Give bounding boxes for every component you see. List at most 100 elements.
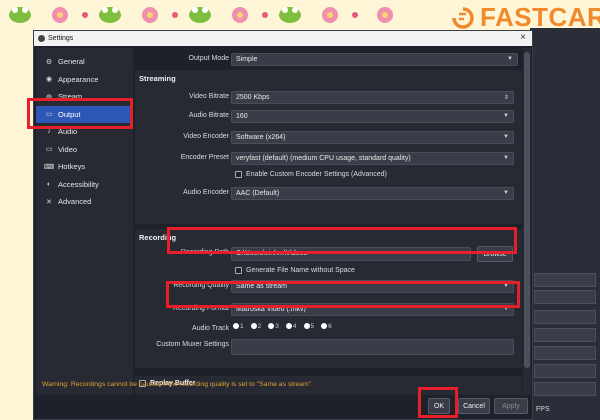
palette-icon: ◉	[45, 76, 53, 84]
custom-encoder-checkbox[interactable]: Enable Custom Encoder Settings (Advanced…	[235, 171, 387, 178]
recording-section: Recording Recording Path C:\Users\vinhm\…	[135, 229, 522, 368]
chevron-down-icon: ▼	[503, 306, 509, 312]
audio-track-radio[interactable]: 2	[250, 323, 261, 330]
audio-bitrate-select[interactable]: 160 ▼	[231, 110, 514, 123]
sidebar-item-label: Accessibility	[58, 179, 99, 189]
sidebar-item-video[interactable]: ▭ Video	[36, 141, 133, 159]
browse-button[interactable]: Browse	[477, 246, 513, 262]
video-encoder-label: Video Encoder	[183, 133, 229, 140]
chevron-down-icon: ▼	[507, 56, 513, 62]
audio-bitrate-label: Audio Bitrate	[188, 112, 229, 119]
audio-encoder-row: Audio Encoder AAC (Default) ▼	[135, 187, 522, 200]
audio-track-number: 5	[310, 323, 315, 330]
sidebar-item-general[interactable]: ⚙ General	[36, 53, 133, 71]
ok-button[interactable]: OK	[428, 398, 450, 414]
background-panel	[534, 328, 596, 342]
background-panel	[534, 290, 596, 304]
streaming-heading: Streaming	[139, 74, 176, 83]
video-encoder-select[interactable]: Software (x264) ▼	[231, 131, 514, 144]
dialog-footer: Warning: Recordings cannot be paused if …	[34, 381, 532, 419]
checkbox-box[interactable]	[235, 171, 242, 178]
audio-track-number: 4	[292, 323, 297, 330]
gear-icon: ⚙	[45, 58, 53, 66]
custom-muxer-label: Custom Muxer Settings	[156, 341, 229, 348]
audio-track-number: 3	[275, 323, 279, 330]
background-panel	[534, 273, 596, 287]
video-bitrate-label: Video Bitrate	[189, 93, 229, 100]
flower-icon	[232, 7, 248, 23]
sidebar-item-appearance[interactable]: ◉ Appearance	[36, 71, 133, 89]
sidebar-item-output[interactable]: ▭ Output	[36, 105, 133, 123]
sidebar-item-label: Audio	[58, 127, 78, 137]
frog-icon	[9, 7, 31, 23]
flower-icon	[322, 7, 338, 23]
background-panel	[534, 364, 596, 378]
fps-label: FPS	[536, 406, 550, 413]
sidebar-item-accessibility[interactable]: ◐ Accessibility	[36, 176, 133, 194]
speaker-icon: ♪	[47, 128, 51, 136]
audio-track-number: 6	[328, 323, 332, 330]
video-bitrate-input[interactable]: 2500 Kbps ⇕	[231, 91, 514, 104]
encoder-preset-select[interactable]: veryfast (default) (medium CPU usage, st…	[231, 152, 514, 165]
radio-icon[interactable]	[303, 323, 310, 330]
accessibility-icon: ◐	[46, 180, 52, 188]
sidebar-item-label: Hotkeys	[58, 162, 86, 172]
output-mode-select[interactable]: Simple ▼	[231, 53, 518, 66]
dot-icon	[82, 12, 88, 18]
scrollbar-thumb[interactable]	[524, 52, 530, 368]
radio-icon[interactable]	[250, 323, 257, 330]
audio-track-label: Audio Track	[192, 325, 229, 332]
sidebar-item-stream[interactable]: ◍ Stream	[36, 88, 133, 106]
sidebar-item-advanced[interactable]: ✕ Advanced	[36, 193, 133, 211]
chevron-down-icon: ▼	[503, 283, 509, 289]
apply-button[interactable]: Apply	[494, 398, 528, 414]
audio-track-radio[interactable]: 1	[233, 323, 244, 330]
audio-track-radio[interactable]: 3	[268, 323, 279, 330]
audio-track-radio[interactable]: 5	[303, 323, 315, 330]
output-icon: ▭	[45, 111, 53, 119]
sidebar-item-audio[interactable]: ♪ Audio	[36, 123, 133, 141]
dot-icon	[172, 12, 178, 18]
custom-muxer-input[interactable]	[231, 339, 514, 355]
checkbox-box[interactable]	[235, 267, 242, 274]
sidebar-item-label: General	[58, 57, 85, 67]
frog-icon	[189, 7, 211, 23]
output-mode-row: Output Mode Simple ▼	[135, 53, 522, 66]
recording-path-input[interactable]: C:\Users\vinhm\Videos	[231, 247, 471, 261]
cancel-button[interactable]: Cancel	[458, 398, 490, 414]
radio-icon[interactable]	[321, 323, 328, 330]
window-title: Settings	[48, 35, 74, 42]
sidebar-item-label: Appearance	[58, 74, 99, 84]
custom-muxer-row: Custom Muxer Settings	[135, 339, 522, 355]
content-scrollbar[interactable]	[523, 48, 531, 398]
spinner-icon[interactable]: ⇕	[504, 94, 509, 101]
sidebar-item-label: Video	[58, 144, 78, 154]
settings-sidebar: ⚙ General ◉ Appearance ◍ Stream ▭ Output ♪ Audio ▭…	[36, 48, 133, 400]
radio-icon[interactable]	[233, 323, 239, 330]
audio-track-radio[interactable]: 4	[285, 323, 297, 330]
generate-name-checkbox[interactable]: Generate File Name without Space	[235, 267, 355, 274]
sidebar-item-label: Stream	[58, 92, 83, 102]
screenshot-frame: FASTCARE FPS Settings × ⚙General◉Appeara…	[0, 0, 600, 420]
radio-icon[interactable]	[285, 323, 292, 330]
background-panel	[534, 346, 596, 360]
sidebar-item-hotkeys[interactable]: ⌨ Hotkeys	[36, 158, 133, 176]
sidebar-item-label: Advanced	[58, 197, 92, 207]
monitor-icon: ▭	[45, 146, 53, 154]
flower-icon	[52, 7, 68, 23]
radio-icon[interactable]	[268, 323, 275, 330]
chevron-down-icon: ▼	[503, 113, 509, 119]
audio-encoder-select[interactable]: AAC (Default) ▼	[231, 187, 514, 200]
audio-track-number: 1	[240, 323, 244, 330]
recording-format-select[interactable]: Matroska Video (.mkv) ▼	[231, 303, 514, 316]
sidebar-item-label: Output	[58, 109, 81, 119]
encoder-preset-label: Encoder Preset	[180, 154, 229, 161]
recording-quality-select[interactable]: Same as stream ▼	[231, 280, 514, 293]
decorative-banner	[9, 7, 393, 23]
close-icon[interactable]: ×	[520, 32, 526, 43]
tools-icon: ✕	[46, 198, 52, 206]
recording-format-row: Recording Format Matroska Video (.mkv) ▼	[135, 303, 522, 316]
audio-track-radio[interactable]: 6	[321, 323, 332, 330]
audio-track-row: Audio Track 1 2 3 4 5 6	[135, 323, 522, 336]
app-icon	[38, 35, 45, 42]
